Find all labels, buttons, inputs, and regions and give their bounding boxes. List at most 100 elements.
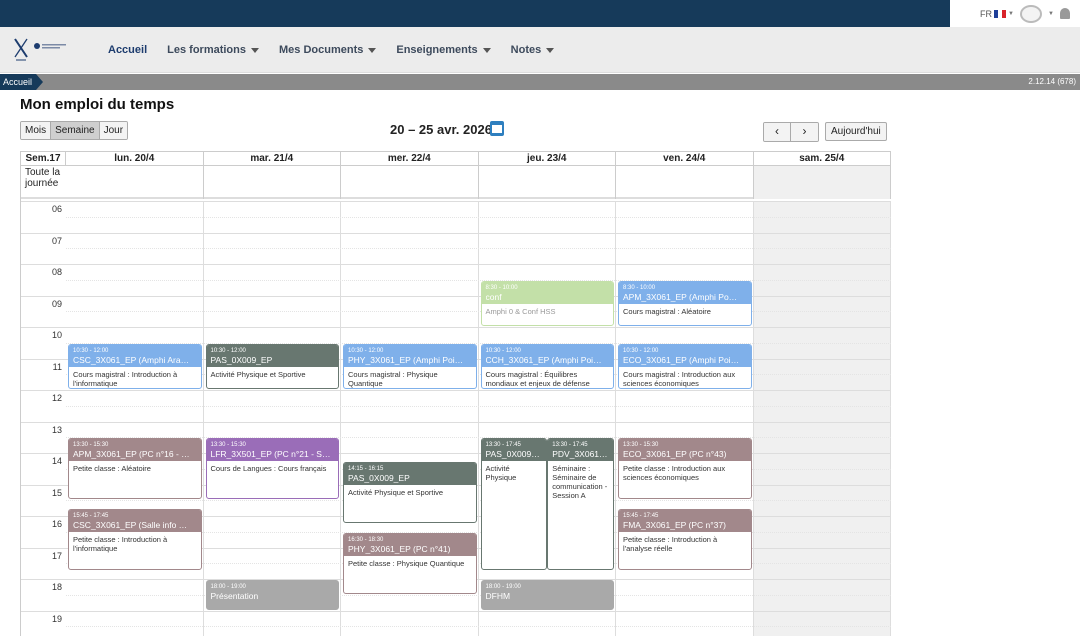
hour-line (21, 264, 891, 265)
previous-week-button[interactable]: ‹ (764, 123, 791, 141)
hour-label: 14 (51, 456, 62, 466)
calendar-event[interactable]: 15:45 - 17:45 CSC_3X061_EP (Salle info … P… (68, 509, 202, 571)
calendar-event[interactable]: 16:30 - 18:30 PHY_3X061_EP (PC n°41) Petit… (343, 532, 477, 594)
date-range: 20 – 25 avr. 2026 (390, 122, 492, 137)
event-time: 8:30 - 10:00 (623, 284, 656, 291)
half-hour-line (66, 248, 891, 250)
event-header: 18:00 - 19:00 Présentation (206, 581, 338, 603)
nav-item-label: Enseignements (396, 44, 478, 56)
event-header: 10:30 - 12:00 CCH_3X061_EP (Amphi Poi… (481, 344, 613, 367)
nav-item-0[interactable]: Accueil (108, 44, 147, 56)
day-column[interactable] (66, 201, 204, 636)
nav-item-4[interactable]: Notes (511, 44, 555, 56)
nav-item-2[interactable]: Mes Documents (279, 44, 377, 56)
event-header: 14:15 - 16:15 PAS_0X009_EP (344, 462, 476, 485)
view-button-2[interactable]: Jour (99, 122, 128, 139)
next-week-button[interactable]: › (791, 123, 818, 141)
hour-label: 12 (51, 393, 62, 403)
calendar-event[interactable]: 8:30 - 10:00 conf Amphi 0 & Conf HSS (480, 280, 614, 326)
calendar-event[interactable]: 13:30 - 15:30 APM_3X061_EP (PC n°16 - … Pe… (68, 438, 202, 500)
event-time: 13:30 - 15:30 (210, 442, 246, 449)
event-title: PAS_0X009_EP (485, 449, 543, 460)
all-day-cell[interactable] (479, 166, 616, 199)
event-header: 10:30 - 12:00 CSC_3X061_EP (Amphi Ara… (69, 344, 201, 367)
event-description: Activité Physique (485, 464, 517, 483)
event-description: Petite classe : Aléatoire (73, 464, 151, 474)
event-header: 13:30 - 15:30 ECO_3X061_EP (PC n°43) (619, 439, 751, 462)
hour-line (21, 232, 891, 234)
chevron-down-icon: ▼ (1047, 10, 1054, 17)
calendar-event[interactable]: 10:30 - 12:00 CSC_3X061_EP (Amphi Ara… Cou… (68, 343, 202, 389)
calendar-event[interactable]: 13:30 - 17:45 PDV_3X061… Séminaire : Sémin… (547, 438, 614, 571)
nav-item-label: Notes (510, 44, 542, 56)
event-header: 13:30 - 17:45 PAS_0X009_EP (481, 439, 547, 462)
calendar-event[interactable]: 8:30 - 10:00 APM_3X061_EP (Amphi Po… Cours… (618, 280, 752, 326)
day-column[interactable] (479, 201, 616, 636)
bell-icon[interactable] (1059, 8, 1070, 19)
event-description: Séminaire : Séminaire de communication -… (552, 464, 608, 501)
view-button-0[interactable]: Mois (21, 122, 52, 139)
event-description: Petite classe : Introduction aux science… (623, 464, 726, 483)
event-description: Activité Physique et Sportive (348, 487, 444, 497)
all-day-cell[interactable] (341, 166, 479, 199)
event-time: 10:30 - 12:00 (485, 347, 521, 354)
calendar-event[interactable]: 13:30 - 17:45 PAS_0X009_EP Activité Physiq… (480, 438, 548, 571)
language-selector[interactable]: FR ▼ (980, 9, 1014, 19)
event-time: 14:15 - 16:15 (348, 465, 384, 472)
day-header: jeu. 23/4 (479, 152, 616, 166)
hour-label: 15 (51, 487, 62, 498)
view-button-1[interactable]: Semaine (51, 122, 100, 139)
calendar-event[interactable]: 10:30 - 12:00 ECO_3X061_EP (Amphi Poi… Cou… (618, 343, 752, 389)
calendar-event[interactable]: 10:30 - 12:00 PHY_3X061_EP (Amphi Poi… Cou… (343, 343, 477, 389)
day-column[interactable] (753, 201, 891, 636)
nav-item-label: Accueil (108, 44, 148, 56)
calendar-header: Sem.17 lun. 20/4 mar. 21/4 mer. 22/4 jeu. 23… (21, 151, 891, 166)
avatar[interactable] (1019, 4, 1042, 23)
day-column[interactable] (616, 201, 754, 636)
event-description: Petite classe : Physique Quantique (348, 558, 465, 568)
all-day-cell[interactable] (204, 166, 341, 199)
event-description: Amphi 0 & Conf HSS (485, 306, 556, 316)
calendar-event[interactable]: 14:15 - 16:15 PAS_0X009_EP Activité Physiq… (343, 461, 477, 523)
hour-line (21, 201, 891, 202)
event-time: 10:30 - 12:00 (210, 347, 246, 354)
hour-label: 17 (51, 550, 62, 561)
hour-line (21, 295, 891, 297)
week-navigation: ‹ › (763, 122, 819, 142)
calendar-event[interactable]: 10:30 - 12:00 PAS_0X009_EP Activité Physiq… (205, 343, 339, 389)
event-time: 18:00 - 19:00 (485, 584, 521, 590)
nav-item-3[interactable]: Enseignements (396, 44, 491, 56)
calendar-event[interactable]: 10:30 - 12:00 CCH_3X061_EP (Amphi Poi… Cou… (480, 343, 614, 389)
today-button[interactable]: Aujourd'hui (825, 122, 887, 141)
day-column[interactable] (204, 201, 341, 636)
event-time: 13:30 - 15:30 (73, 442, 109, 449)
calendar-event[interactable]: 18:00 - 19:00 DFHM (480, 580, 614, 610)
calendar-event[interactable]: 13:30 - 15:30 ECO_3X061_EP (PC n°43) Petit… (618, 438, 752, 500)
all-day-cell[interactable] (66, 166, 204, 199)
calendar-event[interactable]: 15:45 - 17:45 FMA_3X061_EP (PC n°37) Petit… (618, 509, 752, 571)
all-day-cell[interactable] (616, 166, 754, 199)
breadcrumb[interactable]: Accueil (0, 74, 44, 90)
event-title: ECO_3X061_EP (PC n°43) (623, 449, 727, 460)
event-title: PAS_0X009_EP (348, 472, 410, 483)
event-description: Cours magistral : Aléatoire (623, 306, 711, 316)
event-description: Cours magistral : Équilibres mondiaux et… (485, 369, 590, 388)
nav-item-1[interactable]: Les formations (167, 44, 259, 56)
event-title: LFR_3X501_EP (PC n°21 - S… (210, 449, 331, 460)
event-title: CCH_3X061_EP (Amphi Poi… (485, 354, 602, 365)
half-hour-line (66, 405, 891, 407)
calendar-event[interactable]: 18:00 - 19:00 Présentation (205, 580, 339, 610)
all-day-cell[interactable] (753, 166, 891, 199)
calendar-icon[interactable] (490, 121, 504, 136)
event-title: PHY_3X061_EP (Amphi Poi… (348, 354, 464, 365)
french-flag-icon (994, 9, 1006, 18)
event-time: 18:00 - 19:00 (210, 584, 246, 590)
hour-line (21, 421, 891, 423)
calendar-event[interactable]: 13:30 - 15:30 LFR_3X501_EP (PC n°21 - S… C… (205, 438, 339, 500)
hour-line (21, 390, 891, 391)
event-description: Petite classe : Introduction à l'analyse… (623, 535, 718, 554)
event-time: 10:30 - 12:00 (348, 347, 384, 354)
school-logo[interactable] (12, 37, 72, 63)
hour-label: 13 (51, 424, 62, 435)
page-title: Mon emploi du temps (20, 96, 175, 113)
